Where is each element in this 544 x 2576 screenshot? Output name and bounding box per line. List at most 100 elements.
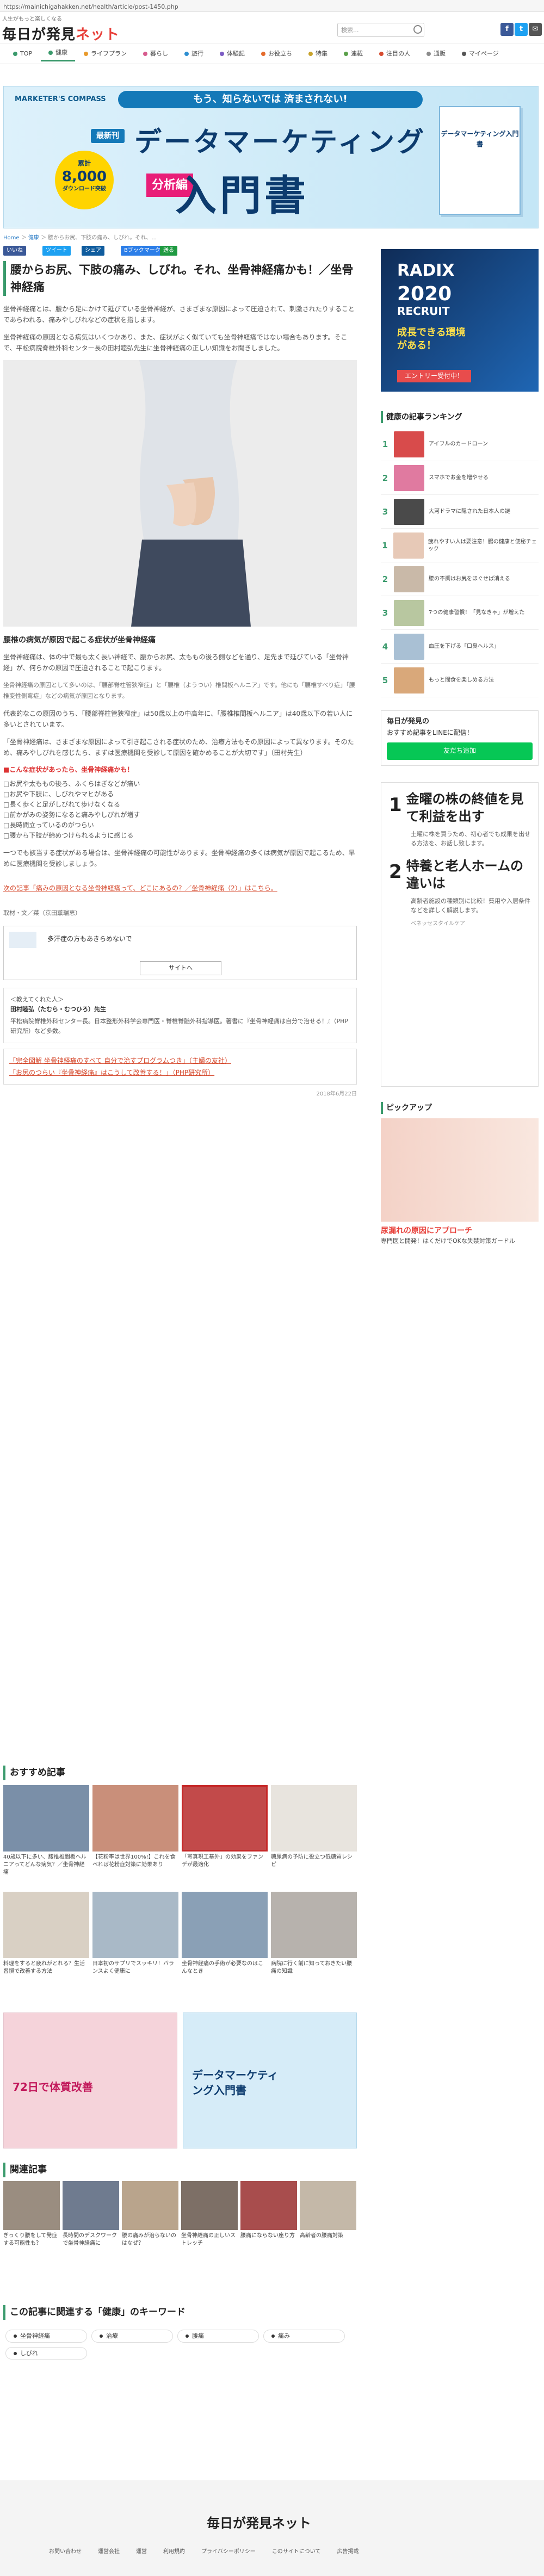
footer-logo[interactable]: 毎日が発見ネット <box>207 2513 311 2534</box>
mail-icon[interactable]: ✉ <box>529 23 542 36</box>
inline-ad-button[interactable]: サイトへ <box>140 961 221 975</box>
nav-item[interactable]: 連載 <box>336 47 370 61</box>
twitter-icon[interactable]: t <box>515 23 528 36</box>
nav-item-label: 特集 <box>316 49 328 57</box>
sidebar-text-ad[interactable]: 1 金曜の株の終値を見て利益を出す 土曜に株を買うため、初心者でも成果を出せる方… <box>381 782 539 1087</box>
nav-item[interactable]: 健康 <box>41 46 76 61</box>
breadcrumb: Home ＞ 健康 ＞ 腰からお尻、下肢の痛み、しびれ。それ、... <box>3 235 157 241</box>
ranking-title: 疲れやすい人は要注意！腸の健康と便秘チェック <box>428 538 537 552</box>
keyword-tag[interactable]: 痛み <box>263 2330 345 2343</box>
nav-dot-icon <box>143 51 148 56</box>
nav-dot-icon <box>261 51 266 56</box>
breadcrumb-home[interactable]: Home <box>3 235 20 241</box>
nav-item[interactable]: ライフプラン <box>76 47 134 61</box>
next-article-link[interactable]: 次の記事「痛みの原因となる坐骨神経痛って、どこにあるの？／坐骨神経痛（2）」はこ… <box>3 884 277 892</box>
share-button[interactable]: Bブックマーク <box>121 246 164 256</box>
sidebar-recruit-ad[interactable]: RADIX 2020 RECRUIT 成長できる環境がある！ エントリー受付中！ <box>381 249 539 392</box>
ranking-item[interactable]: 5 もっと間食を楽しめる方法 <box>381 664 539 698</box>
footer-link[interactable]: 運営 <box>136 2548 147 2556</box>
related-caption: 高齢者の腰痛対策 <box>300 2233 343 2239</box>
related-card[interactable]: 長時間のデスクワークで坐骨神経痛に <box>63 2181 119 2247</box>
keyword-tag[interactable]: しびれ <box>5 2346 87 2360</box>
related-card[interactable]: 坐骨神経痛の正しいストレッチ <box>181 2181 238 2247</box>
recommend-card[interactable]: 坐骨神経痛の手術が必要なのはこんなとき <box>182 1892 268 1984</box>
article-subhead: 腰椎の病気が原因で起こる症状が坐骨神経痛 <box>3 636 156 645</box>
ranking-number: 2 <box>382 473 388 483</box>
nav-item[interactable]: TOP <box>5 47 40 61</box>
site-logo[interactable]: 毎日が発見ネット <box>2 24 120 47</box>
related-card[interactable]: 腰痛にならない座り方 <box>240 2181 297 2240</box>
banner-book-image: データマーケティング入門書 <box>439 106 521 215</box>
ranking-item[interactable]: 1 アイフルのカードローン <box>381 428 539 462</box>
facebook-icon[interactable]: f <box>500 23 514 36</box>
ranking-item[interactable]: 1 疲れやすい人は要注意！腸の健康と便秘チェック <box>381 529 539 563</box>
recommend-card[interactable]: 【花粉率は世界100%!】これを食べれば花粉症対策に効果あり <box>92 1785 178 1878</box>
ranking-item[interactable]: 3 大河ドラマに隠された日本人の謎 <box>381 495 539 529</box>
recommend-card[interactable]: 40歳以下に多い、腰椎椎間板ヘルニアってどんな病気？／坐骨神経痛 <box>3 1785 89 1878</box>
breadcrumb-health[interactable]: 健康 <box>28 235 39 241</box>
footer-link[interactable]: お問い合わせ <box>49 2548 82 2556</box>
keyword-tag[interactable]: 治療 <box>91 2330 173 2343</box>
share-button[interactable]: ツイート <box>42 246 71 256</box>
nav-item[interactable]: 注目の人 <box>372 47 418 61</box>
recommend-card[interactable]: 病院に行く前に知っておきたい腰痛の知識 <box>271 1892 357 1984</box>
site-header: 人生がもっと楽しくなる 毎日が発見ネット 検索... f t ✉ <box>0 12 544 44</box>
share-button[interactable]: 送る <box>160 246 177 256</box>
nav-item[interactable]: 暮らし <box>135 47 176 61</box>
nav-item[interactable]: マイページ <box>454 47 506 61</box>
pickup-caption[interactable]: 尿漏れの原因にアプローチ <box>381 1225 539 1237</box>
related-card[interactable]: 高齢者の腰痛対策 <box>300 2181 356 2240</box>
article-lead-1: 坐骨神経痛とは、腰から足にかけて延びている坐骨神経が、さまざまな原因によって圧迫… <box>3 305 355 324</box>
nav-item[interactable]: お役立ち <box>254 47 300 61</box>
related-card[interactable]: ぎっくり腰をして発症する可能性も？ <box>3 2181 60 2247</box>
inline-ad-logo <box>9 931 36 948</box>
ranking-item[interactable]: 4 血圧を下げる「口臭ヘルス」 <box>381 630 539 664</box>
expert-label: ＜教えてくれた人＞ <box>10 995 64 1003</box>
footer-link[interactable]: 運営会社 <box>98 2548 120 2556</box>
article-paragraph-after-list: 一つでも該当する症状がある場合は、坐骨神経痛の可能性があります。坐骨神経痛の多く… <box>3 849 355 868</box>
ranking-number: 1 <box>382 540 388 550</box>
keyword-tag[interactable]: 腰痛 <box>177 2330 259 2343</box>
nav-item[interactable]: 体験記 <box>212 47 252 61</box>
ranking-thumbnail <box>394 465 424 491</box>
sidebar: RADIX 2020 RECRUIT 成長できる環境がある！ エントリー受付中！… <box>381 249 539 1246</box>
checklist-item: □お尻や太ももの後ろ、ふくらはぎなどが痛い <box>3 779 140 788</box>
share-button[interactable]: いいね <box>3 246 26 256</box>
nav-dot-icon <box>220 51 225 56</box>
related-card[interactable]: 腰の痛みが治らないのはなぜ？ <box>122 2181 178 2247</box>
footer-link[interactable]: 利用規約 <box>163 2548 185 2556</box>
keyword-tag[interactable]: 坐骨神経痛 <box>5 2330 87 2343</box>
related-book-link[interactable]: 「お尻のつらい『坐骨神経痛』はこうして改善する！」（PHP研究所） <box>9 1067 351 1079</box>
address-bar[interactable]: https://mainichigahakken.net/health/arti… <box>0 0 544 12</box>
line-add-button[interactable]: 友だち追加 <box>387 742 533 760</box>
keyword-tags: 坐骨神経痛 治療 腰痛 痛みしびれ <box>3 2327 357 2362</box>
recommend-card[interactable]: 「写真現工基外」の効果をファンデが最適化 <box>182 1785 268 1878</box>
inline-ad[interactable]: 多汗症の方もあきらめないで サイトへ <box>3 925 357 980</box>
footer-link[interactable]: プライバシーポリシー <box>201 2548 256 2556</box>
related-caption: 長時間のデスクワークで坐骨神経痛に <box>63 2233 117 2246</box>
search-input[interactable]: 検索... <box>337 23 424 37</box>
bullet-icon <box>100 2334 103 2338</box>
nav-item[interactable]: 特集 <box>301 47 335 61</box>
checklist-item: □長時間立っているのがつらい <box>3 821 94 829</box>
top-banner-ad[interactable]: MARKETER'S COMPASS もう、知らないでは 済まされない! 最新刊… <box>3 86 539 228</box>
nav-item[interactable]: 通販 <box>419 47 453 61</box>
pickup-image[interactable] <box>381 1118 539 1222</box>
recommend-thumbnail <box>182 1785 268 1852</box>
footer-link[interactable]: 広告掲載 <box>337 2548 359 2556</box>
ranking-item[interactable]: 2 スマホでお金を増やせる <box>381 461 539 496</box>
ranking-title: スマホでお金を増やせる <box>429 475 489 481</box>
nav-item[interactable]: 旅行 <box>177 47 211 61</box>
bottom-ad-right[interactable]: データマーケティング入門書 <box>183 2013 357 2148</box>
footer-link[interactable]: このサイトについて <box>272 2548 321 2556</box>
ranking-item[interactable]: 2 腰の不調はお尻をほぐせば消える <box>381 562 539 597</box>
nav-item-label: マイページ <box>469 49 499 57</box>
search-icon[interactable] <box>413 25 422 34</box>
recommend-card[interactable]: 糖尿病の予防に役立つ低糖質レシピ <box>271 1785 357 1878</box>
bottom-ad-left[interactable]: 72日で体質改善 <box>3 2013 177 2148</box>
ranking-item[interactable]: 3 7つの健康習慣！「見なきゃ」が増えた <box>381 596 539 630</box>
share-button[interactable]: シェア <box>82 246 104 256</box>
related-book-link[interactable]: 「完全図解 坐骨神経痛のすべて 自分で治すプログラムつき」（主婦の友社） <box>9 1055 351 1067</box>
recommend-card[interactable]: 日本初のサプリでスッキリ！バランスよく健康に <box>92 1892 178 1984</box>
recommend-card[interactable]: 料理をすると疲れがとれる？生活習慣で改善する方法 <box>3 1892 89 1984</box>
